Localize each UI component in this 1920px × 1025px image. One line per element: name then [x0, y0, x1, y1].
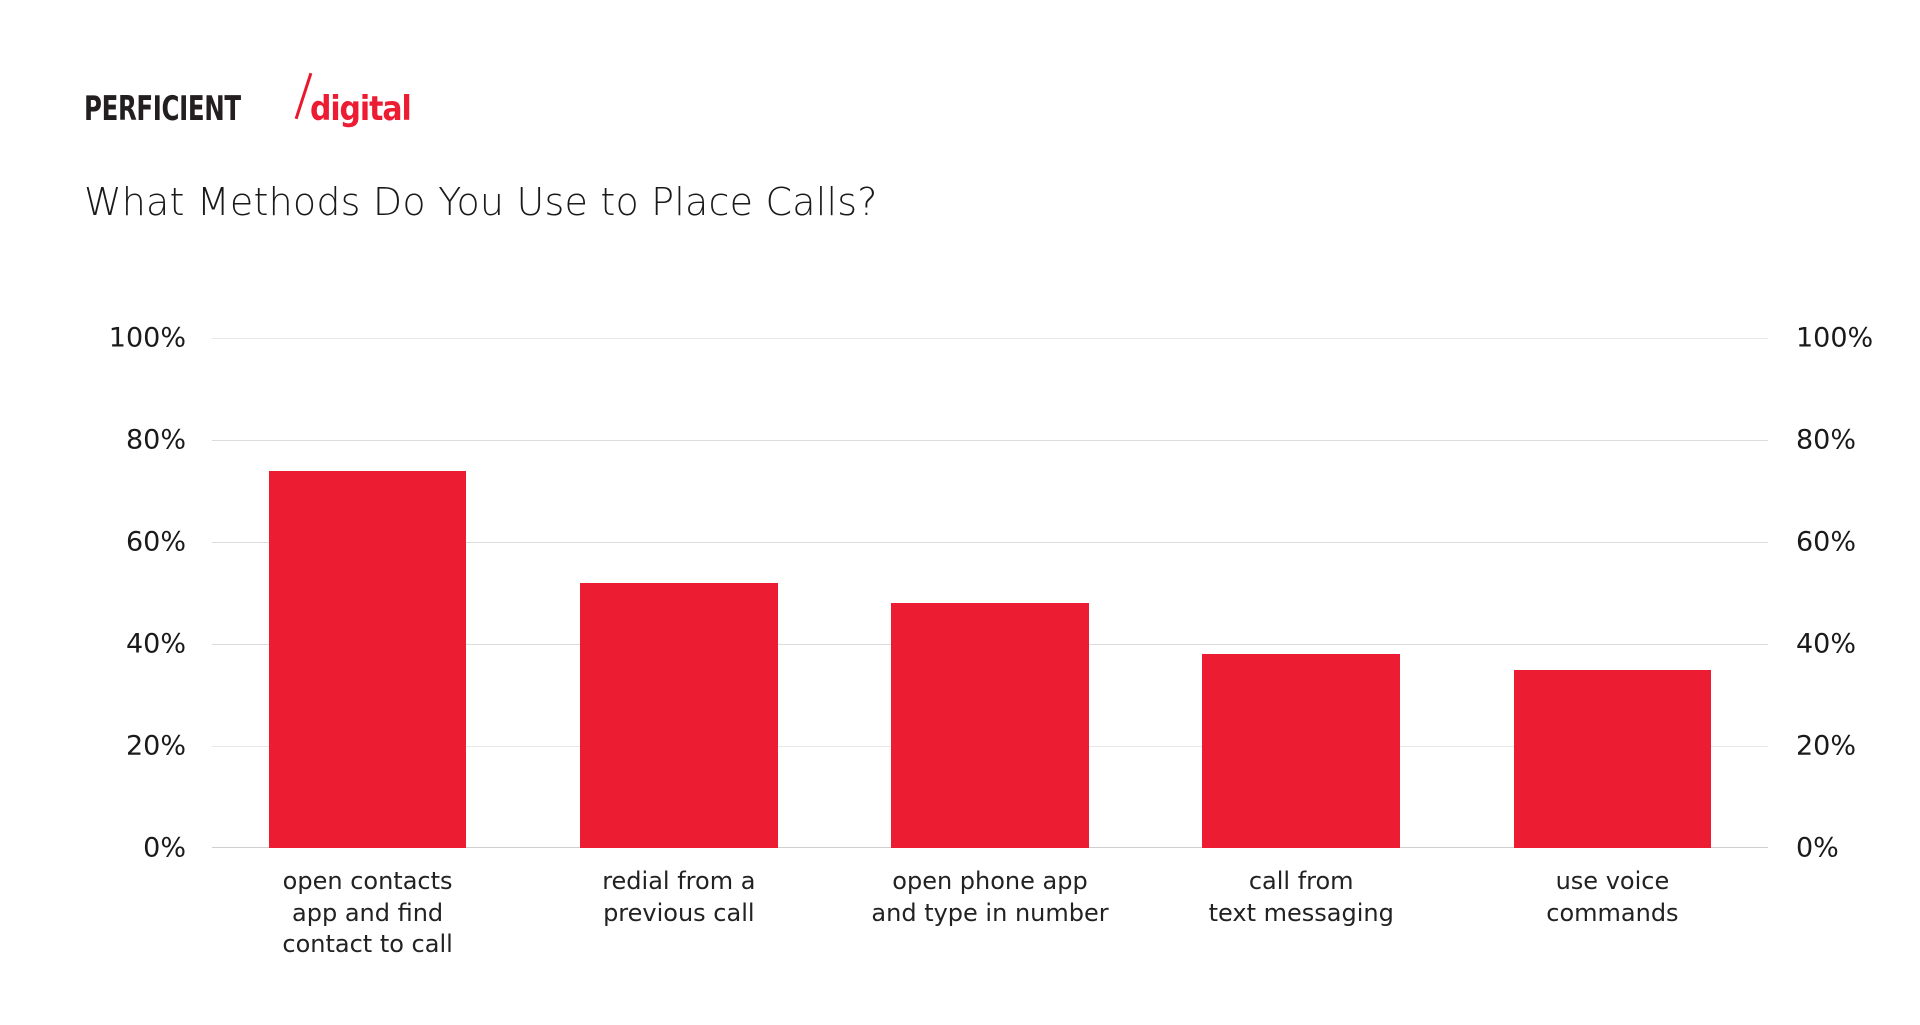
y-axis-left-tick-40: 40% — [125, 628, 186, 660]
bar-band — [212, 338, 523, 848]
y-axis-left-tick-0: 0% — [143, 832, 186, 864]
x-axis-label-2: open phone app and type in number — [871, 867, 1109, 927]
bar-band — [834, 338, 1145, 848]
y-axis-right-tick-100: 100% — [1796, 322, 1874, 354]
x-axis-label-0: open contacts app and find contact to ca… — [282, 867, 453, 959]
x-axis-label-3: call from text messaging — [1208, 867, 1394, 927]
bar-4[interactable] — [1513, 669, 1712, 848]
x-axis-label-1: redial from a previous call — [602, 867, 756, 927]
y-axis-right-tick-20: 20% — [1796, 730, 1857, 762]
y-axis-right-tick-80: 80% — [1796, 424, 1857, 456]
y-axis-right-tick-40: 40% — [1796, 628, 1857, 660]
bar-2[interactable] — [891, 603, 1089, 848]
bar-series — [212, 338, 1768, 848]
bar-band — [1146, 338, 1457, 848]
bar-band — [523, 338, 834, 848]
x-axis-labels: open contacts app and find contact to ca… — [212, 866, 1768, 961]
bar-band — [1457, 338, 1768, 848]
y-axis-right-tick-0: 0% — [1796, 832, 1839, 864]
y-axis-left-tick-80: 80% — [125, 424, 186, 456]
plot-area: 100% 80% 60% 40% 20% 0% 100% 80% 60% 40%… — [109, 325, 1873, 862]
bar-0[interactable] — [268, 470, 467, 848]
y-axis-right-tick-60: 60% — [1796, 526, 1857, 558]
x-axis-label-4: use voice commands — [1546, 867, 1679, 927]
bar-chart: 100% 80% 60% 40% 20% 0% 100% 80% 60% 40%… — [0, 0, 1920, 1025]
slide-canvas: PERFICIENT digital What Methods Do You U… — [0, 0, 1920, 1025]
y-axis-left-tick-60: 60% — [125, 526, 186, 558]
y-axis-left-tick-20: 20% — [125, 730, 186, 762]
bar-1[interactable] — [580, 582, 778, 848]
y-axis-left-tick-100: 100% — [108, 322, 186, 354]
bar-3[interactable] — [1202, 654, 1401, 848]
